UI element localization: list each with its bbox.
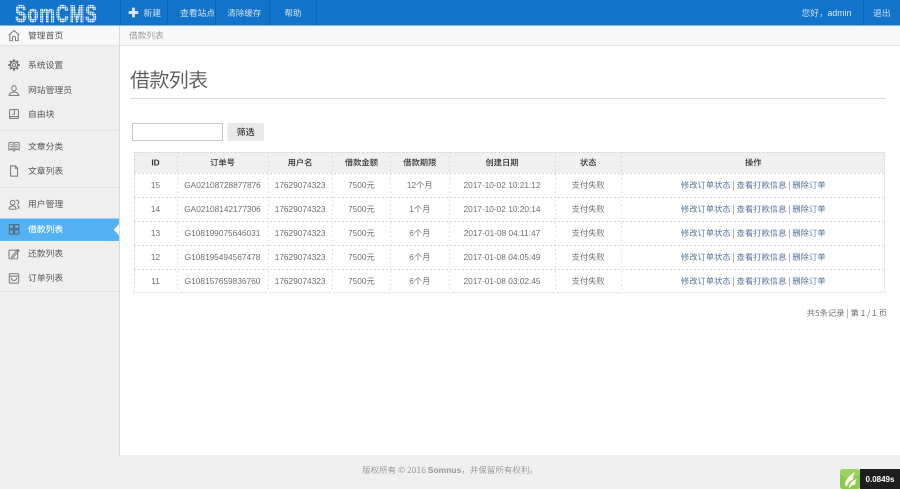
svg-text:GA02108728877876: GA02108728877876 (184, 180, 261, 190)
svg-text:6: 6 (409, 228, 414, 238)
svg-text:2017-10-02 10:21:12: 2017-10-02 10:21:12 (463, 180, 540, 190)
svg-text:11: 11 (151, 276, 160, 286)
svg-text:6: 6 (409, 252, 414, 262)
svg-text:14: 14 (151, 204, 161, 214)
svg-text:6: 6 (409, 276, 414, 286)
svg-text:2017-01-08 03:02:45: 2017-01-08 03:02:45 (463, 276, 540, 286)
svg-text:Somnus: Somnus (428, 465, 462, 475)
svg-text:SomCMS: SomCMS (15, 0, 98, 28)
svg-text:0.0849s: 0.0849s (866, 475, 895, 484)
svg-text:ID: ID (151, 158, 159, 168)
svg-text:7500: 7500 (348, 180, 367, 190)
svg-text:17629074323: 17629074323 (275, 252, 326, 262)
svg-text:13: 13 (151, 228, 161, 238)
svg-text:G108199075646031: G108199075646031 (185, 228, 261, 238)
svg-text:17629074323: 17629074323 (275, 204, 326, 214)
svg-text:G108157659836760: G108157659836760 (185, 276, 261, 286)
svg-text:15: 15 (151, 180, 161, 190)
svg-text:7500: 7500 (348, 252, 367, 262)
svg-text:admin: admin (828, 8, 852, 18)
svg-text:G108195494567478: G108195494567478 (185, 252, 261, 262)
svg-text:12: 12 (151, 252, 161, 262)
svg-text:7500: 7500 (348, 204, 367, 214)
svg-text:17629074323: 17629074323 (275, 228, 326, 238)
svg-text:2017-10-02 10:20:14: 2017-10-02 10:20:14 (463, 204, 540, 214)
svg-text:7500: 7500 (348, 228, 367, 238)
svg-text:17629074323: 17629074323 (275, 276, 326, 286)
svg-text:2017-01-08 04:11:47: 2017-01-08 04:11:47 (464, 228, 541, 238)
svg-text:12: 12 (407, 180, 417, 190)
svg-text:1: 1 (409, 204, 414, 214)
svg-text:2017-01-08 04:05:49: 2017-01-08 04:05:49 (463, 252, 540, 262)
svg-text:7500: 7500 (348, 276, 367, 286)
svg-text:GA02108142177306: GA02108142177306 (184, 204, 261, 214)
svg-text:17629074323: 17629074323 (275, 180, 326, 190)
